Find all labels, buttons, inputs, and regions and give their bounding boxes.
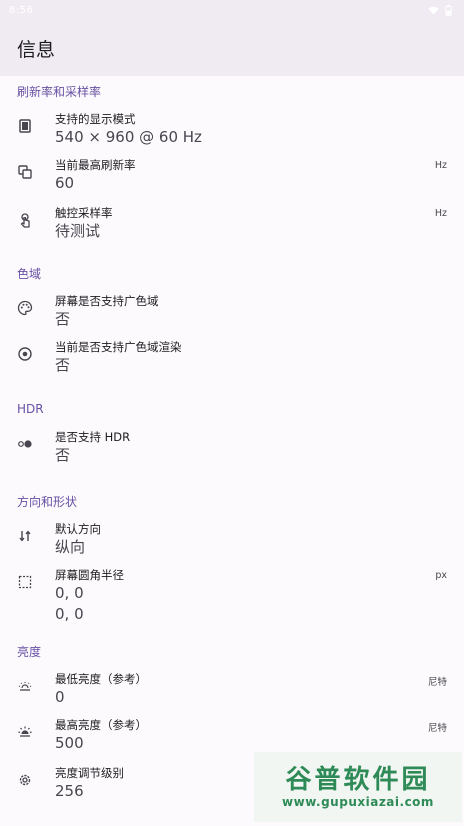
battery-icon	[445, 4, 452, 16]
layers-icon	[18, 165, 32, 179]
status-time: 8:56	[9, 4, 34, 16]
wide-gamut-screen-label: 屏幕是否支持广色域	[55, 294, 159, 308]
wifi-icon	[428, 6, 439, 15]
display-modes-label: 支持的显示模式	[55, 112, 136, 126]
section-header-gamut: 色域	[17, 266, 42, 281]
section-header-orientation: 方向和形状	[17, 494, 78, 509]
corner-radius-unit: px	[435, 570, 447, 581]
min-brightness-value: 0	[55, 688, 65, 706]
max-refresh-label: 当前最高刷新率	[55, 158, 136, 172]
page-title: 信息	[17, 38, 56, 61]
max-brightness-unit: 尼特	[427, 723, 447, 734]
hdr-toggle-icon	[18, 440, 32, 448]
palette-icon	[17, 300, 33, 316]
brightness-low-icon	[18, 682, 32, 691]
row-wide-gamut-screen[interactable]: 屏幕是否支持广色域 否	[0, 288, 464, 334]
row-max-refresh[interactable]: 当前最高刷新率 60 Hz	[0, 152, 464, 200]
watermark-url: www.gupuxiazai.com	[282, 795, 434, 809]
info-list[interactable]: 刷新率和采样率 支持的显示模式 540 × 960 @ 60 Hz 当前最高刷新…	[0, 76, 464, 806]
default-orientation-label: 默认方向	[55, 522, 101, 536]
corner-radius-label: 屏幕圆角半径	[55, 568, 124, 582]
min-brightness-unit: 尼特	[427, 677, 447, 688]
row-default-orientation[interactable]: 默认方向 纵向	[0, 516, 464, 562]
rounded-corner-icon	[18, 575, 32, 589]
default-orientation-value: 纵向	[55, 538, 86, 556]
min-brightness-label: 最低亮度（参考）	[55, 672, 147, 686]
row-supports-hdr[interactable]: 是否支持 HDR 否	[0, 424, 464, 476]
wide-gamut-render-label: 当前是否支持广色域渲染	[55, 340, 182, 354]
row-wide-gamut-render[interactable]: 当前是否支持广色域渲染 否	[0, 334, 464, 386]
row-touch-sampling[interactable]: 触控采样率 待测试 Hz	[0, 200, 464, 252]
corner-radius-value-2: 0, 0	[55, 605, 84, 623]
supports-hdr-label: 是否支持 HDR	[55, 430, 131, 444]
row-min-brightness[interactable]: 最低亮度（参考） 0 尼特	[0, 666, 464, 712]
display-mode-icon	[19, 119, 31, 133]
status-bar: 8:56	[0, 0, 464, 20]
rotate-icon	[19, 530, 31, 542]
wide-gamut-screen-value: 否	[55, 310, 71, 328]
max-brightness-label: 最高亮度（参考）	[55, 718, 147, 732]
radio-target-icon	[18, 347, 32, 361]
display-modes-value: 540 × 960 @ 60 Hz	[55, 128, 202, 146]
watermark-title: 谷普软件园	[285, 765, 431, 795]
wide-gamut-render-value: 否	[55, 356, 71, 374]
brightness-high-icon	[18, 726, 32, 737]
supports-hdr-value: 否	[55, 446, 71, 464]
max-refresh-value: 60	[55, 174, 75, 192]
touch-icon	[20, 213, 30, 228]
gear-icon	[19, 774, 31, 786]
row-display-modes[interactable]: 支持的显示模式 540 × 960 @ 60 Hz	[0, 106, 464, 152]
watermark: 谷普软件园 www.gupuxiazai.com	[254, 752, 462, 822]
touch-sampling-label: 触控采样率	[55, 206, 113, 220]
max-refresh-unit: Hz	[434, 160, 447, 171]
row-corner-radius[interactable]: 屏幕圆角半径 0, 0 0, 0 px	[0, 562, 464, 636]
touch-sampling-value: 待测试	[55, 222, 101, 240]
section-header-brightness: 亮度	[17, 644, 42, 659]
max-brightness-value: 500	[55, 734, 84, 752]
section-header-refresh: 刷新率和采样率	[17, 84, 102, 99]
top-app-bar: 信息	[0, 20, 464, 76]
touch-sampling-unit: Hz	[434, 208, 447, 219]
section-header-hdr: HDR	[17, 402, 44, 416]
corner-radius-value-1: 0, 0	[55, 584, 84, 602]
